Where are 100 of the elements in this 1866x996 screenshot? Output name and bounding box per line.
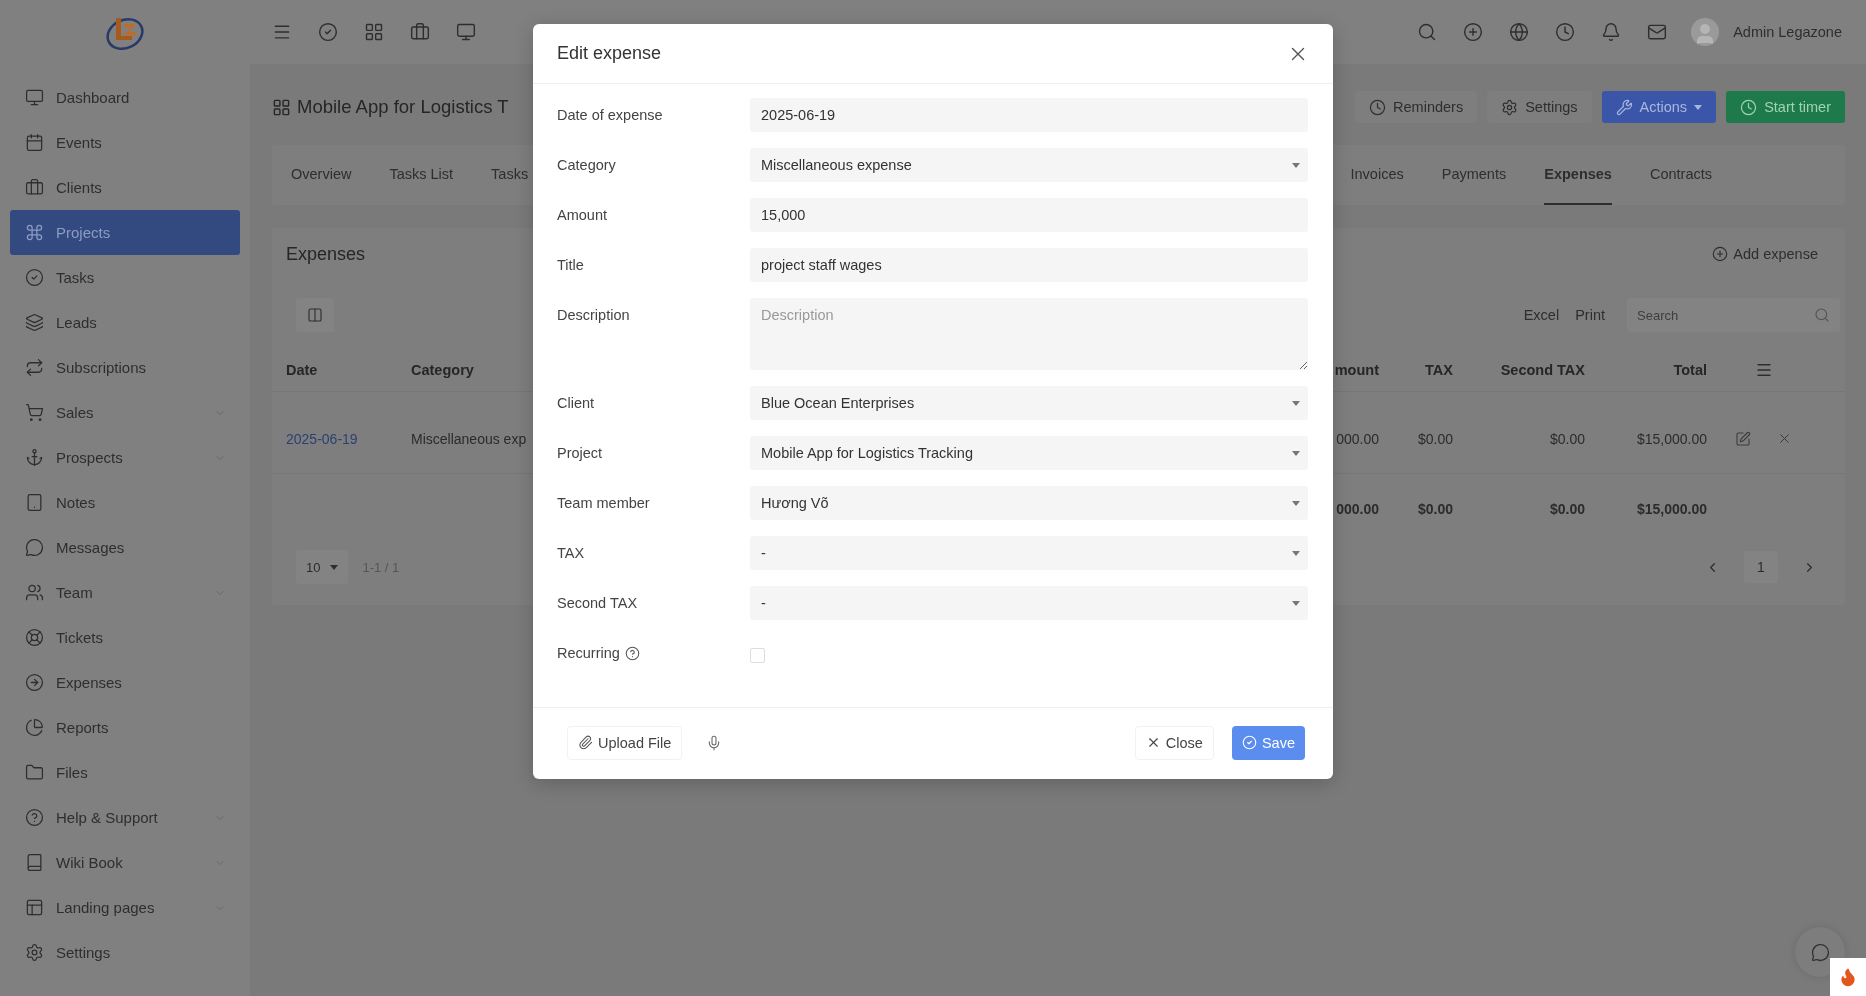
- sidebar-item[interactable]: Leads: [10, 300, 240, 345]
- user-name[interactable]: Admin Legazone: [1733, 24, 1842, 40]
- select-field[interactable]: Mobile App for Logistics Tracking: [750, 436, 1308, 470]
- sidebar-item[interactable]: Messages: [10, 525, 240, 570]
- field-label: Recurring: [557, 645, 620, 661]
- field-label: Description: [557, 307, 630, 323]
- briefcase-icon: [25, 178, 44, 197]
- tab[interactable]: Contracts: [1649, 145, 1712, 205]
- input-field[interactable]: 2025-06-19: [750, 98, 1308, 132]
- date-link[interactable]: 2025-06-19: [286, 430, 411, 447]
- table-cell-text: $0.00: [1548, 430, 1585, 447]
- sidebar-item[interactable]: Sales: [10, 390, 240, 435]
- caret-icon: [1292, 400, 1300, 406]
- sidebar-item[interactable]: Files: [10, 750, 240, 795]
- sidebar-item[interactable]: Clients: [10, 165, 240, 210]
- flame-badge[interactable]: [1830, 958, 1866, 996]
- search-icon[interactable]: [1417, 22, 1438, 42]
- caret-icon: [1292, 162, 1300, 168]
- select-field[interactable]: -: [750, 536, 1308, 570]
- page-button[interactable]: Reminders: [1355, 91, 1478, 123]
- monitor-icon[interactable]: [456, 22, 476, 42]
- dialog-title: Edit expense: [557, 43, 663, 64]
- check-circle-icon[interactable]: [318, 22, 338, 42]
- help-icon: [25, 808, 44, 827]
- table-cell-text: 000.00: [1335, 430, 1379, 447]
- sidebar-item[interactable]: Prospects: [10, 435, 240, 480]
- table-cell-text: Miscellaneous exp: [411, 430, 528, 447]
- export-button[interactable]: Excel: [1515, 307, 1568, 323]
- field-label: Date of expense: [557, 107, 663, 123]
- bell-icon[interactable]: [1601, 22, 1622, 42]
- sidebar-item[interactable]: Notes: [10, 480, 240, 525]
- page-title: Mobile App for Logistics T: [297, 96, 509, 118]
- command-icon: [25, 223, 44, 242]
- upload-file-button[interactable]: Upload File: [567, 725, 683, 760]
- layout-icon: [25, 898, 44, 917]
- sidebar-item[interactable]: Tasks: [10, 255, 240, 300]
- briefcase-icon[interactable]: [410, 22, 430, 42]
- sidebar-item[interactable]: Settings: [10, 930, 240, 975]
- cart-icon: [25, 403, 44, 422]
- sidebar-item[interactable]: Help & Support: [10, 795, 240, 840]
- table-cell-text: $15,000.00: [1635, 430, 1707, 447]
- settings-icon: [25, 943, 44, 962]
- columns-icon: [307, 307, 323, 323]
- tab[interactable]: Expenses: [1544, 145, 1612, 205]
- sidebar-item[interactable]: Subscriptions: [10, 345, 240, 390]
- export-button[interactable]: Print: [1567, 307, 1613, 323]
- mail-icon[interactable]: [1647, 22, 1668, 42]
- sidebar-item[interactable]: Tickets: [10, 615, 240, 660]
- search-field[interactable]: Search: [1627, 298, 1840, 332]
- tab[interactable]: Payments: [1441, 145, 1507, 205]
- checkbox[interactable]: [750, 648, 765, 663]
- clock-icon: [1369, 98, 1387, 116]
- sidebar-item[interactable]: Landing pages: [10, 885, 240, 930]
- plus-circle-icon: [1712, 246, 1729, 262]
- notebook-icon: [25, 493, 44, 512]
- sidebar-item[interactable]: Events: [10, 120, 240, 165]
- sidebar-item[interactable]: Expenses: [10, 660, 240, 705]
- columns-button[interactable]: [296, 298, 334, 332]
- page-button[interactable]: Start timer: [1726, 91, 1845, 123]
- description-field[interactable]: Description: [750, 298, 1308, 370]
- settings-icon: [1501, 98, 1519, 116]
- page-button[interactable]: Actions: [1601, 91, 1717, 123]
- tab[interactable]: Invoices: [1350, 145, 1404, 205]
- lifebuoy-icon: [25, 628, 44, 647]
- page-button[interactable]: Settings: [1487, 91, 1592, 123]
- tab[interactable]: Tasks: [491, 145, 529, 205]
- save-button[interactable]: Save: [1231, 725, 1305, 760]
- select-field[interactable]: Hương Võ: [750, 486, 1308, 520]
- users-icon: [25, 583, 44, 602]
- pie-chart-icon: [25, 718, 44, 737]
- globe-icon[interactable]: [1509, 22, 1530, 42]
- sidebar-item[interactable]: Dashboard: [10, 75, 240, 120]
- caret-icon: [1292, 500, 1300, 506]
- close-button[interactable]: Close: [1134, 725, 1214, 760]
- select-field[interactable]: -: [750, 586, 1308, 620]
- menu-icon[interactable]: [272, 22, 292, 42]
- edit-icon[interactable]: [1735, 430, 1751, 447]
- page-number[interactable]: 1: [1744, 551, 1778, 583]
- clock-icon: [1740, 98, 1758, 116]
- select-field[interactable]: Blue Ocean Enterprises: [750, 386, 1308, 420]
- column-header: Category: [411, 361, 475, 378]
- column-header: Total: [1672, 361, 1707, 378]
- plus-circle-icon[interactable]: [1463, 22, 1484, 42]
- grid-icon[interactable]: [364, 22, 384, 42]
- page-size-select[interactable]: 10: [296, 550, 349, 584]
- clock-icon[interactable]: [1555, 22, 1576, 42]
- select-field[interactable]: Miscellaneous expense: [750, 148, 1308, 182]
- field-label: Second TAX: [557, 595, 638, 611]
- input-field[interactable]: project staff wages: [750, 248, 1308, 282]
- sidebar-item[interactable]: Reports: [10, 705, 240, 750]
- sidebar-item[interactable]: Team: [10, 570, 240, 615]
- add-expense-link[interactable]: Add expense: [1712, 246, 1818, 262]
- sidebar-item[interactable]: Wiki Book: [10, 840, 240, 885]
- tab[interactable]: Overview: [291, 145, 352, 205]
- column-header: Date: [286, 361, 319, 378]
- sidebar-item[interactable]: Projects: [10, 210, 240, 255]
- tab[interactable]: Tasks List: [389, 145, 454, 205]
- avatar[interactable]: [1691, 18, 1720, 46]
- repeat-icon: [25, 358, 44, 377]
- input-field[interactable]: 15,000: [750, 198, 1308, 232]
